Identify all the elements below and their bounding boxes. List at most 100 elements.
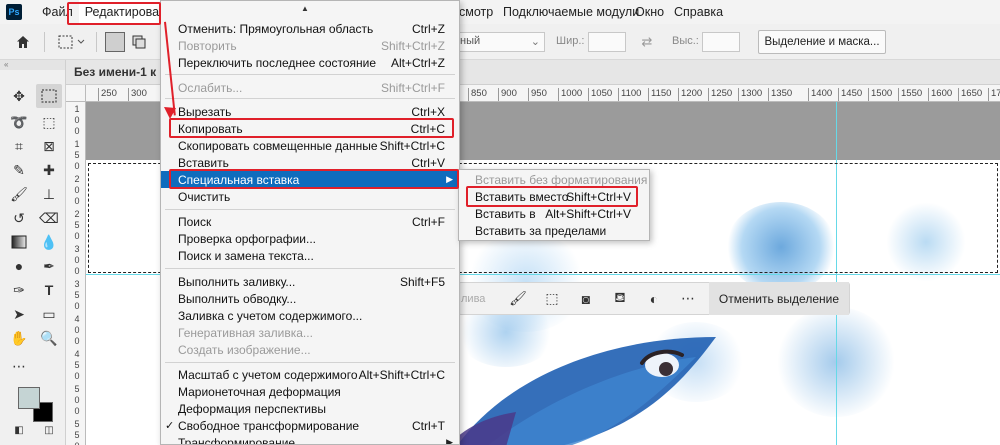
mask-icon[interactable]: ◙ bbox=[569, 282, 603, 315]
menu-item-clear[interactable]: Очистить bbox=[161, 188, 459, 205]
scroll-up-icon[interactable]: ▲ bbox=[301, 4, 309, 13]
swap-icon[interactable]: ⇄ bbox=[636, 31, 658, 53]
gradient-icon[interactable] bbox=[6, 230, 32, 254]
menu-item-cut[interactable]: Вырезать Ctrl+X bbox=[161, 103, 459, 120]
lasso-icon[interactable]: ➰ bbox=[6, 110, 32, 134]
menu-item-find-replace[interactable]: Поиск и замена текста... bbox=[161, 247, 459, 264]
menu-item-fade[interactable]: Ослабить... Shift+Ctrl+F bbox=[161, 79, 459, 96]
submenu-item-paste-outside[interactable]: Вставить за пределами bbox=[459, 223, 649, 240]
more-tools-icon[interactable]: ⋯ bbox=[6, 354, 32, 378]
blur-icon[interactable]: 💧 bbox=[36, 230, 62, 254]
menu-item-search[interactable]: Поиск Ctrl+F bbox=[161, 213, 459, 230]
deselect-button[interactable]: Отменить выделение bbox=[708, 282, 849, 315]
vertical-ruler[interactable]: 100 150 200 250 300 350 400 450 500 550 bbox=[66, 102, 86, 445]
submenu-item-paste-into[interactable]: Вставить в Alt+Shift+Ctrl+V bbox=[459, 206, 649, 223]
history-brush-icon[interactable]: ↺ bbox=[6, 206, 32, 230]
ruler-tick: 1000 bbox=[558, 88, 582, 101]
stamp-icon[interactable]: ⊥ bbox=[36, 182, 62, 206]
submenu-item-paste-in-place[interactable]: Вставить вместо Shift+Ctrl+V bbox=[459, 189, 649, 206]
menu-item-toggle-last-state[interactable]: Переключить последнее состояние Alt+Ctrl+… bbox=[161, 54, 459, 71]
menu-item-spell-check[interactable]: Проверка орфографии... bbox=[161, 230, 459, 247]
foreground-color-swatch[interactable] bbox=[18, 387, 40, 409]
rectangular-marquee-icon[interactable] bbox=[36, 84, 62, 108]
ruler-tick: 1350 bbox=[768, 88, 792, 101]
ruler-tick: 1300 bbox=[738, 88, 762, 101]
collapse-icon[interactable]: « bbox=[0, 60, 65, 70]
menu-item-fill[interactable]: Выполнить заливку... Shift+F5 bbox=[161, 273, 459, 290]
ruler-tick: 950 bbox=[528, 88, 547, 101]
selection-transform-icon[interactable]: ⬚ bbox=[535, 282, 569, 315]
menu-item-perspective-warp[interactable]: Деформация перспективы bbox=[161, 400, 459, 417]
menu-item-redo[interactable]: Повторить Shift+Ctrl+Z bbox=[161, 37, 459, 54]
eraser-icon[interactable]: ⌫ bbox=[36, 206, 62, 230]
height-label: Выс.: bbox=[672, 35, 699, 47]
ruler-tick-vertical: 100 bbox=[74, 104, 80, 136]
submenu-item-paste-without-formatting[interactable]: Вставить без форматирования bbox=[459, 172, 649, 189]
menu-window[interactable]: Окно bbox=[629, 0, 670, 24]
menu-item-stroke[interactable]: Выполнить обводку... bbox=[161, 290, 459, 307]
task-bar-faded-label: лива bbox=[461, 292, 486, 305]
ruler-tick: 1500 bbox=[868, 88, 892, 101]
menu-item-transform[interactable]: Трансформирование ▶ bbox=[161, 434, 459, 445]
menu-item-paste-special[interactable]: Специальная вставка ▶ bbox=[161, 171, 459, 188]
more-options-icon[interactable]: ⋯ bbox=[671, 282, 705, 315]
ruler-tick-vertical: 350 bbox=[74, 279, 80, 311]
ruler-corner[interactable] bbox=[66, 85, 86, 102]
menu-item-generate-image[interactable]: Создать изображение... bbox=[161, 341, 459, 358]
width-input[interactable] bbox=[588, 32, 626, 52]
marquee-tool-preset-icon[interactable] bbox=[54, 31, 90, 53]
ruler-tick-vertical: 450 bbox=[74, 349, 80, 381]
document-tab[interactable]: Без имени-1 к bbox=[74, 65, 156, 79]
type-tool-icon[interactable]: T bbox=[36, 278, 62, 302]
ruler-tick-vertical: 550 bbox=[74, 419, 80, 445]
menu-item-content-aware-scale[interactable]: Масштаб с учетом содержимого Alt+Shift+Ct… bbox=[161, 366, 459, 383]
ruler-tick: 1050 bbox=[588, 88, 612, 101]
adjustment-icon[interactable]: ◐ bbox=[637, 282, 671, 315]
menu-item-undo[interactable]: Отменить: Прямоугольная область Ctrl+Z bbox=[161, 20, 459, 37]
height-input[interactable] bbox=[702, 32, 740, 52]
ruler-tick-vertical: 300 bbox=[74, 244, 80, 276]
ruler-tick: 900 bbox=[498, 88, 517, 101]
pen-icon[interactable]: ✒ bbox=[36, 254, 62, 278]
frame-icon[interactable]: ⊠ bbox=[36, 134, 62, 158]
menu-item-copy[interactable]: Копировать Ctrl+C bbox=[161, 120, 459, 137]
healing-brush-icon[interactable]: ✚ bbox=[36, 158, 62, 182]
ruler-tick: 1100 bbox=[618, 88, 641, 101]
ruler-tick: 300 bbox=[128, 88, 147, 101]
rectangle-icon[interactable]: ▭ bbox=[36, 302, 62, 326]
submenu-arrow-icon: ▶ bbox=[446, 437, 453, 445]
object-selection-icon[interactable]: ⬚ bbox=[36, 110, 62, 134]
menu-file[interactable]: Файл bbox=[36, 0, 79, 24]
zoom-icon[interactable]: 🔍 bbox=[36, 326, 62, 350]
menu-plugins[interactable]: Подключаемые модули bbox=[497, 0, 645, 24]
fill-bucket-icon[interactable]: ⛾ bbox=[603, 282, 637, 315]
menu-item-paste[interactable]: Вставить Ctrl+V bbox=[161, 154, 459, 171]
default-colors-icon[interactable]: ◧ bbox=[6, 418, 32, 442]
style-select[interactable]: ный ⌄ bbox=[455, 32, 545, 52]
menu-separator bbox=[165, 268, 455, 269]
dodge-icon[interactable]: ● bbox=[6, 254, 32, 278]
menu-item-free-transform[interactable]: ✓ Свободное трансформирование Ctrl+T bbox=[161, 417, 459, 434]
menu-item-content-aware-fill[interactable]: Заливка с учетом содержимого... bbox=[161, 307, 459, 324]
add-to-selection-icon[interactable] bbox=[128, 31, 150, 53]
move-tool-icon[interactable]: ✥ bbox=[6, 84, 32, 108]
crop-icon[interactable]: ⌗ bbox=[6, 134, 32, 158]
menu-item-generative-fill[interactable]: Генеративная заливка... bbox=[161, 324, 459, 341]
menu-help[interactable]: Справка bbox=[668, 0, 729, 24]
home-icon[interactable] bbox=[10, 31, 36, 53]
ruler-tick-vertical: 400 bbox=[74, 314, 80, 346]
quick-mask-icon[interactable]: ◫ bbox=[36, 418, 62, 442]
path-icon[interactable]: ✑ bbox=[6, 278, 32, 302]
annotation-arrowhead-icon bbox=[164, 107, 176, 119]
menu-separator bbox=[165, 362, 455, 363]
eyedropper-icon[interactable]: ✎ bbox=[6, 158, 32, 182]
select-and-mask-button[interactable]: Выделение и маска... bbox=[758, 30, 886, 54]
menu-item-puppet-warp[interactable]: Марионеточная деформация bbox=[161, 383, 459, 400]
new-selection-icon[interactable] bbox=[104, 31, 126, 53]
menu-item-copy-merged[interactable]: Скопировать совмещенные данные Shift+Ctrl… bbox=[161, 137, 459, 154]
hand-icon[interactable]: ✋ bbox=[6, 326, 32, 350]
ruler-tick-vertical: 250 bbox=[74, 209, 80, 241]
modify-brush-icon[interactable]: 🖌 bbox=[501, 282, 535, 315]
path-selection-icon[interactable]: ➤ bbox=[6, 302, 32, 326]
brush-icon[interactable]: 🖌 bbox=[6, 182, 32, 206]
